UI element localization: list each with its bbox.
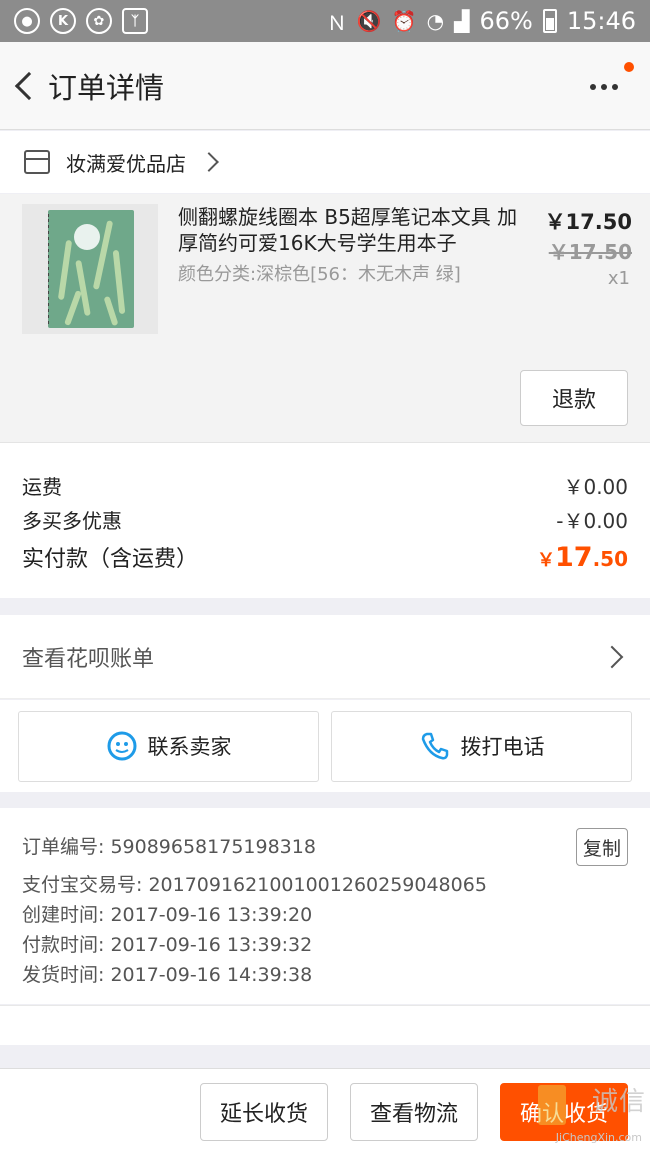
status-right-icons: Ｎ 🔇 ⏰ ◔ ▟ 66% 15:46 <box>327 7 636 36</box>
dot-icon <box>612 84 618 90</box>
discount-row: 多买多优惠 -￥0.00 <box>22 505 628 533</box>
chevron-right-icon <box>600 645 624 668</box>
product-spec: 颜色分类:深棕色[56：木无木声 绿] <box>178 264 461 285</box>
call-phone-button[interactable]: 拨打电话 <box>331 710 632 782</box>
contact-seller-button[interactable]: 联系卖家 <box>18 710 319 782</box>
phone-icon <box>421 732 448 760</box>
nfc-icon: Ｎ <box>326 10 347 35</box>
total-value: ￥17.50 <box>536 541 628 573</box>
notebook-logo <box>74 224 100 250</box>
signal-icon: ▟ <box>454 9 470 33</box>
back-button[interactable] <box>2 42 46 130</box>
extend-receipt-button[interactable]: 延长收货 <box>200 1083 328 1141</box>
spacer-band <box>0 1005 650 1045</box>
runner-icon: ᛉ <box>122 8 148 34</box>
refund-button[interactable]: 退款 <box>520 370 628 426</box>
shipping-value: ￥0.00 <box>563 474 628 499</box>
watermark-logo <box>538 1085 566 1125</box>
total-label: 实付款（含运费） <box>22 547 199 572</box>
copy-button[interactable]: 复制 <box>576 828 628 866</box>
product-image[interactable] <box>22 204 158 334</box>
order-number: 订单编号: 59089658175198318 <box>22 836 316 858</box>
shop-icon <box>24 150 50 174</box>
alipay-trade-number: 支付宝交易号: 2017091621001001260259048065 <box>22 874 487 896</box>
call-phone-label: 拨打电话 <box>460 735 545 759</box>
shop-row[interactable]: 妆满爱优品店 <box>0 131 650 193</box>
paid-time: 付款时间: 2017-09-16 13:39:32 <box>22 934 313 956</box>
notebook-illustration <box>48 210 134 328</box>
notification-dot <box>624 62 634 72</box>
shipped-time: 发货时间: 2017-09-16 14:39:38 <box>22 964 313 986</box>
product-price: ￥17.50 <box>544 210 632 234</box>
discount-value: -￥0.00 <box>556 508 628 533</box>
shop-name: 妆满爱优品店 <box>66 151 186 176</box>
status-left-icons: ● K ✿ ᛉ <box>14 8 148 34</box>
alarm-icon: ⏰ <box>391 9 417 33</box>
product-card[interactable]: 侧翻螺旋线圈本 B5超厚笔记本文具 加厚简约可爱16K大号学生用本子 颜色分类:… <box>0 194 650 442</box>
page-title: 订单详情 <box>48 70 165 105</box>
watermark-text: 诚信 <box>591 1087 646 1117</box>
product-quantity: x1 <box>607 268 630 289</box>
view-logistics-button[interactable]: 查看物流 <box>350 1083 478 1141</box>
dot-icon <box>601 84 607 90</box>
bottom-action-bar: 延长收货 查看物流 确认收货 诚信 JiChengXin.com <box>0 1068 650 1155</box>
battery-icon <box>542 9 557 33</box>
created-time: 创建时间: 2017-09-16 13:39:20 <box>22 904 313 926</box>
order-info: 订单编号: 59089658175198318 支付宝交易号: 20170916… <box>0 808 650 1004</box>
huabei-bill-label: 查看花呗账单 <box>22 646 155 672</box>
total-row: 实付款（含运费） ￥17.50 <box>22 541 628 573</box>
shipping-label: 运费 <box>22 474 62 499</box>
contact-buttons: 联系卖家 拨打电话 <box>0 700 650 792</box>
watermark-url: JiChengXin.com <box>555 1131 642 1144</box>
product-original-price: ￥17.50 <box>548 240 632 264</box>
product-title[interactable]: 侧翻螺旋线圈本 B5超厚笔记本文具 加厚简约可爱16K大号学生用本子 <box>178 204 518 256</box>
clock: 15:46 <box>566 7 636 35</box>
app-badge-icon: ● <box>14 8 40 34</box>
more-menu-button[interactable] <box>584 72 624 102</box>
chevron-left-icon <box>14 71 44 100</box>
contact-seller-label: 联系卖家 <box>147 735 232 759</box>
status-bar: ● K ✿ ᛉ Ｎ 🔇 ⏰ ◔ ▟ 66% 15:46 <box>0 0 650 42</box>
shipping-row: 运费 ￥0.00 <box>22 471 628 499</box>
wifi-icon: ◔ <box>426 9 445 33</box>
chat-bubble-icon <box>107 731 136 761</box>
k-icon: K <box>50 8 76 34</box>
chevron-right-icon <box>199 152 219 172</box>
app-header: 订单详情 <box>0 42 650 130</box>
mute-icon: 🔇 <box>356 9 382 33</box>
huabei-bill-row[interactable]: 查看花呗账单 <box>0 615 650 699</box>
flower-icon: ✿ <box>86 8 112 34</box>
cost-summary: 运费 ￥0.00 多买多优惠 -￥0.00 实付款（含运费） ￥17.50 <box>0 442 650 598</box>
discount-label: 多买多优惠 <box>22 508 122 533</box>
dot-icon <box>590 84 596 90</box>
battery-percent: 66% <box>479 7 533 35</box>
